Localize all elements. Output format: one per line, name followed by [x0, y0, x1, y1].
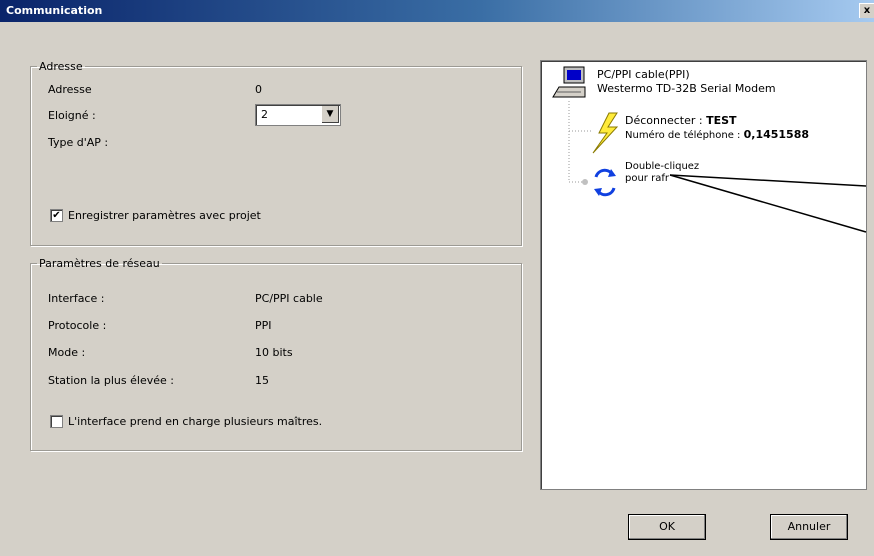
callout-lines	[669, 174, 867, 233]
ok-button[interactable]: OK	[628, 514, 706, 540]
cancel-button[interactable]: Annuler	[770, 514, 848, 540]
